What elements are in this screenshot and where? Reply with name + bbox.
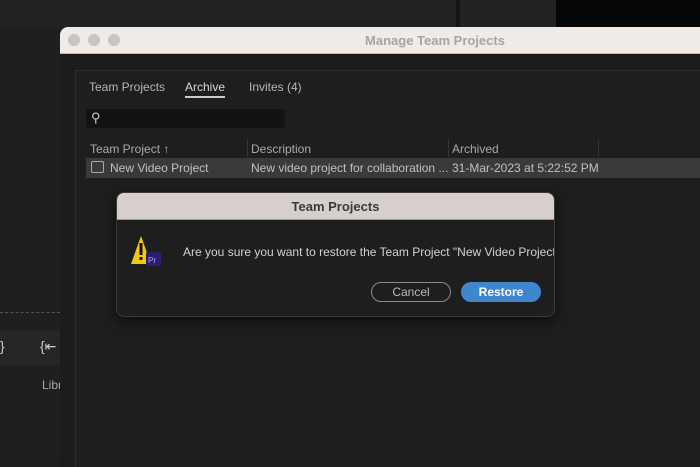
column-header-team-project[interactable]: Team Project ↑	[90, 142, 169, 156]
timeline-ruler	[0, 312, 60, 318]
header-label: Team Project	[90, 142, 161, 156]
table-row[interactable]: New Video Project New video project for …	[86, 158, 700, 178]
column-divider[interactable]	[247, 139, 248, 157]
go-to-in-icon[interactable]: {⇤	[40, 338, 56, 355]
panel-divider	[456, 0, 460, 27]
project-archived-date: 31-Mar-2023 at 5:22:52 PM	[452, 161, 599, 175]
search-icon: ⚲	[91, 110, 101, 125]
project-description: New video project for collaboration ...	[251, 161, 449, 175]
title-bar: Manage Team Projects	[60, 27, 700, 54]
column-header-archived[interactable]: Archived	[452, 142, 499, 156]
project-icon	[91, 161, 104, 173]
bracket-icon[interactable]: }	[0, 338, 5, 354]
column-divider[interactable]	[598, 139, 599, 157]
program-monitor	[556, 0, 700, 27]
column-divider[interactable]	[448, 139, 449, 157]
cancel-button[interactable]: Cancel	[371, 282, 451, 302]
dialog-message: Are you sure you want to restore the Tea…	[183, 245, 555, 259]
premiere-badge: Pr	[148, 256, 156, 265]
restore-confirm-dialog: Team Projects Pr Are you sure you want t…	[116, 192, 555, 317]
libraries-tab[interactable]: Libr	[42, 378, 62, 392]
tab-archive[interactable]: Archive	[185, 80, 226, 98]
window-title: Manage Team Projects	[365, 33, 505, 48]
dialog-title: Team Projects	[117, 193, 554, 220]
restore-button[interactable]: Restore	[461, 282, 541, 302]
tab-team-projects[interactable]: Team Projects	[89, 80, 165, 94]
project-name: New Video Project	[110, 161, 209, 175]
search-input[interactable]: ⚲	[86, 109, 285, 128]
tab-invites[interactable]: Invites (4)	[249, 80, 302, 94]
column-header-description[interactable]: Description	[251, 142, 311, 156]
sort-up-icon: ↑	[163, 142, 170, 156]
warning-icon: Pr	[131, 236, 161, 266]
